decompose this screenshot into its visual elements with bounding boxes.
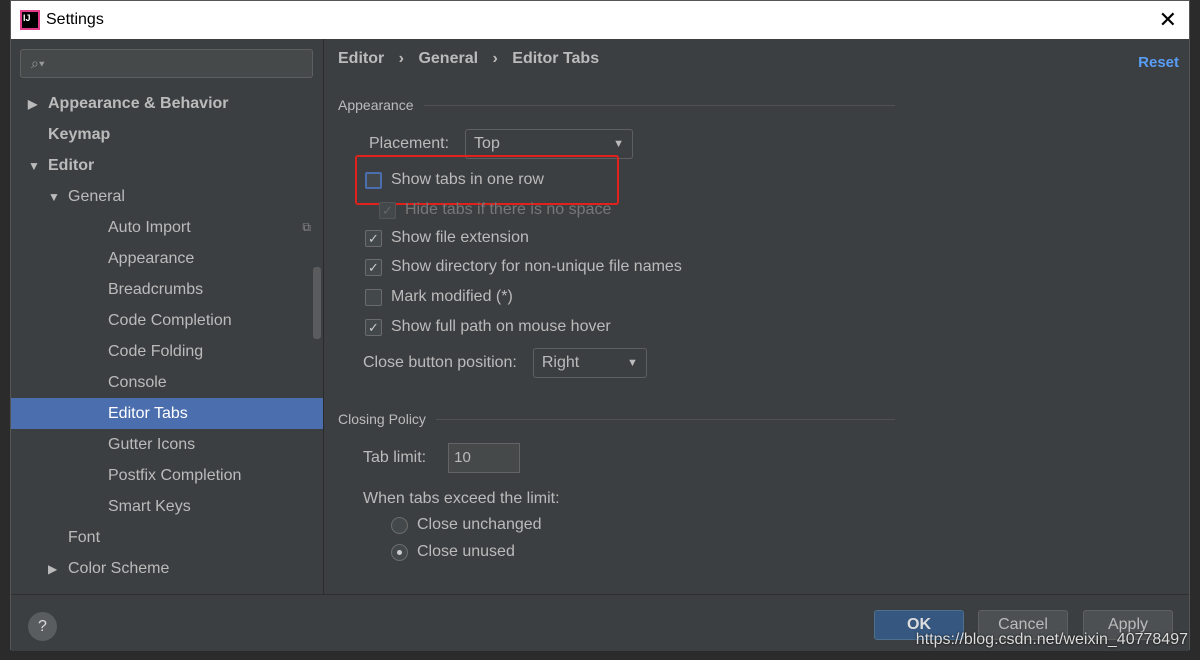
sidebar-item-label: Editor bbox=[48, 157, 95, 174]
copy-icon: ⧉ bbox=[302, 220, 311, 234]
sidebar-item-label: Appearance & Behavior bbox=[48, 95, 229, 112]
expand-arrow-icon[interactable]: ▼ bbox=[48, 182, 68, 213]
tab-limit-row: Tab limit: 10 bbox=[363, 443, 521, 473]
sidebar-item-code-completion[interactable]: Code Completion bbox=[11, 305, 323, 336]
search-input[interactable]: ⌕▾ bbox=[20, 49, 313, 78]
search-icon: ⌕▾ bbox=[31, 55, 45, 71]
window-title: Settings bbox=[46, 11, 104, 28]
sidebar-item-label: Console bbox=[108, 374, 167, 391]
show-full-path-checkbox[interactable]: ✓ Show full path on mouse hover bbox=[365, 318, 611, 336]
sidebar-item-general[interactable]: ▼ General bbox=[11, 181, 323, 212]
sidebar-item-label: Font bbox=[68, 529, 101, 546]
sidebar-scrollbar[interactable] bbox=[313, 267, 321, 339]
expand-arrow-icon[interactable]: ▶ bbox=[48, 554, 68, 585]
tab-limit-input[interactable]: 10 bbox=[448, 443, 521, 473]
close-position-dropdown[interactable]: Right ▼ bbox=[532, 348, 647, 378]
sidebar-item-keymap[interactable]: Keymap bbox=[11, 119, 323, 150]
close-unchanged-radio[interactable]: Close unchanged bbox=[391, 516, 542, 534]
close-button-position-row: Close button position: Right ▼ bbox=[363, 348, 647, 378]
crumb-general: General bbox=[418, 50, 479, 67]
sidebar-item-editor-tabs[interactable]: Editor Tabs bbox=[11, 398, 323, 429]
sidebar-item-gutter-icons[interactable]: Gutter Icons bbox=[11, 429, 323, 460]
show-file-extension-checkbox[interactable]: ✓ Show file extension bbox=[365, 229, 529, 247]
sidebar: ⌕▾ ▶ Appearance & Behavior Keymap ▼ Editor ▼ G… bbox=[11, 39, 324, 594]
chevron-down-icon: ▼ bbox=[613, 138, 625, 150]
sidebar-item-label: Breadcrumbs bbox=[108, 281, 204, 298]
crumb-sep: › bbox=[398, 50, 404, 67]
close-pos-label: Close button position: bbox=[363, 354, 517, 371]
sidebar-item-editor[interactable]: ▼ Editor bbox=[11, 150, 323, 181]
sidebar-item-label: Appearance bbox=[108, 250, 195, 267]
sidebar-item-label: Smart Keys bbox=[108, 498, 191, 515]
sidebar-item-label: Code Folding bbox=[108, 343, 204, 360]
sidebar-item-label: General bbox=[68, 188, 125, 205]
crumb-editor: Editor bbox=[338, 50, 385, 67]
watermark: https://blog.csdn.net/weixin_40778497 bbox=[915, 631, 1188, 648]
tab-limit-label: Tab limit: bbox=[363, 449, 427, 466]
sidebar-item-smart-keys[interactable]: Smart Keys bbox=[11, 491, 323, 522]
help-button[interactable]: ? bbox=[28, 612, 57, 641]
closing-policy-title: Closing Policy bbox=[338, 411, 895, 427]
sidebar-item-label: Postfix Completion bbox=[108, 467, 242, 484]
sidebar-item-label: Keymap bbox=[48, 126, 111, 143]
title-bar: IJ Settings ✕ bbox=[11, 1, 1189, 39]
chevron-down-icon: ▼ bbox=[626, 357, 638, 369]
sidebar-item-appearance-behavior[interactable]: ▶ Appearance & Behavior bbox=[11, 88, 323, 119]
placement-label: Placement: bbox=[369, 135, 450, 152]
sidebar-item-breadcrumbs[interactable]: Breadcrumbs bbox=[11, 274, 323, 305]
appearance-section-title: Appearance bbox=[338, 97, 895, 113]
reset-link[interactable]: Reset bbox=[1138, 54, 1179, 71]
exceed-label: When tabs exceed the limit: bbox=[363, 490, 560, 507]
expand-arrow-icon[interactable]: ▶ bbox=[28, 89, 48, 120]
content-panel: Editor › General › Editor Tabs Reset App… bbox=[325, 39, 1189, 594]
sidebar-item-label: Code Completion bbox=[108, 312, 232, 329]
sidebar-item-label: Auto Import bbox=[108, 219, 191, 236]
show-directory-checkbox[interactable]: ✓ Show directory for non-unique file name… bbox=[365, 258, 682, 276]
sidebar-item-font[interactable]: Font bbox=[11, 522, 323, 553]
sidebar-item-console[interactable]: Console bbox=[11, 367, 323, 398]
hide-tabs-checkbox[interactable]: ✓ Hide tabs if there is no space bbox=[379, 201, 611, 219]
close-unused-radio[interactable]: Close unused bbox=[391, 543, 515, 561]
settings-tree: ▶ Appearance & Behavior Keymap ▼ Editor ▼ Gene… bbox=[11, 88, 323, 584]
settings-dialog: IJ Settings ✕ ⌕▾ ▶ Appearance & Behavior K… bbox=[10, 0, 1190, 651]
breadcrumb: Editor › General › Editor Tabs bbox=[338, 50, 599, 68]
mark-modified-checkbox[interactable]: Mark modified (*) bbox=[365, 288, 513, 306]
sidebar-item-postfix-completion[interactable]: Postfix Completion bbox=[11, 460, 323, 491]
sidebar-item-code-folding[interactable]: Code Folding bbox=[11, 336, 323, 367]
sidebar-item-label: Color Scheme bbox=[68, 560, 170, 577]
sidebar-item-label: Gutter Icons bbox=[108, 436, 196, 453]
intellij-logo-icon: IJ bbox=[20, 10, 40, 30]
close-icon[interactable]: ✕ bbox=[1159, 7, 1177, 33]
sidebar-item-label: Editor Tabs bbox=[108, 405, 188, 422]
show-one-row-checkbox[interactable]: Show tabs in one row bbox=[365, 171, 544, 189]
crumb-editor-tabs: Editor Tabs bbox=[512, 50, 600, 67]
sidebar-item-color-scheme[interactable]: ▶ Color Scheme bbox=[11, 553, 323, 584]
crumb-sep: › bbox=[492, 50, 498, 67]
sidebar-item-appearance[interactable]: Appearance bbox=[11, 243, 323, 274]
sidebar-item-auto-import[interactable]: Auto Import ⧉ bbox=[11, 212, 323, 243]
expand-arrow-icon[interactable]: ▼ bbox=[28, 151, 48, 182]
